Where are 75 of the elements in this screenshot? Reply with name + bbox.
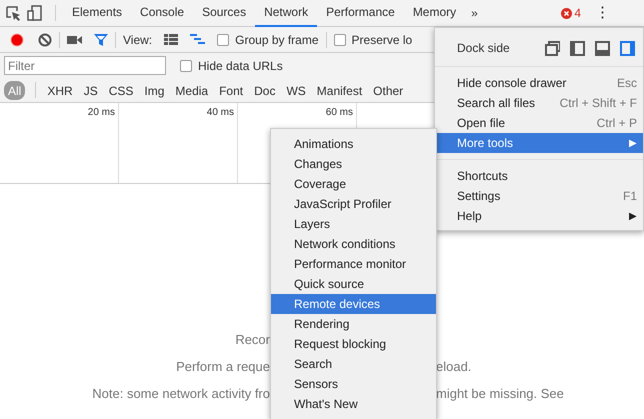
checkbox-label: Preserve lo xyxy=(352,32,412,48)
type-filter[interactable]: JS xyxy=(80,80,102,100)
menu-item[interactable]: Rendering xyxy=(271,314,436,334)
filter-field[interactable]: Filter xyxy=(4,56,166,75)
dock-left-icon[interactable] xyxy=(570,40,585,56)
error-counter[interactable]: 4 xyxy=(561,4,581,22)
waterfall-icon[interactable] xyxy=(190,34,206,45)
menu-item[interactable]: Remote devices xyxy=(271,294,436,314)
menu-item[interactable]: Hide console drawer Esc xyxy=(435,73,643,93)
menu-item[interactable]: Coverage xyxy=(271,174,436,194)
view-label: View: xyxy=(123,32,152,48)
type-filter[interactable]: Other xyxy=(369,80,408,100)
menu-item[interactable]: Request blocking xyxy=(271,334,436,354)
type-filter[interactable]: CSS xyxy=(104,80,138,100)
menu-item[interactable]: More tools ▶ xyxy=(435,133,643,153)
menu-item[interactable]: Network conditions xyxy=(271,234,436,254)
filter-icon[interactable] xyxy=(94,34,108,46)
type-filter[interactable]: Manifest xyxy=(312,80,366,100)
checkbox-label: Hide data URLs xyxy=(198,58,283,74)
more-options-button[interactable]: ⋮ xyxy=(595,2,610,24)
panel-tab[interactable]: Sources xyxy=(193,0,256,26)
menu-item[interactable]: Help ▶ xyxy=(435,206,643,226)
menu-item[interactable]: Sensors xyxy=(271,374,436,394)
menu-item[interactable]: Settings F1 xyxy=(435,186,643,206)
checkbox[interactable] xyxy=(334,34,346,46)
checkbox[interactable] xyxy=(217,34,230,46)
panel-tab[interactable]: Memory xyxy=(404,0,466,26)
menu-item[interactable]: Search all files Ctrl + Shift + F xyxy=(435,93,643,113)
device-icon[interactable] xyxy=(27,5,42,21)
dock-side-label: Dock side xyxy=(457,40,510,57)
time-tick: 20 ms xyxy=(88,106,115,120)
menu-item[interactable]: What's New xyxy=(271,394,436,414)
type-filter[interactable]: Doc xyxy=(250,80,280,100)
inspect-icon[interactable] xyxy=(6,6,21,20)
video-camera-icon[interactable] xyxy=(67,34,82,44)
menu-item[interactable]: Quick source xyxy=(271,274,436,294)
shortcut-label: F1 xyxy=(622,188,637,205)
type-filter[interactable]: Img xyxy=(140,80,168,100)
overflow-tabs-button[interactable]: » xyxy=(471,4,478,22)
empty-message: Perform a reque xyxy=(176,358,270,374)
panel-tab[interactable]: Elements xyxy=(63,0,132,26)
empty-message: might be missing. See xyxy=(436,384,564,403)
empty-message: eload. xyxy=(436,358,472,376)
dock-right-icon[interactable] xyxy=(620,40,635,56)
shortcut-label: Esc xyxy=(616,75,637,92)
type-filter[interactable]: Media xyxy=(171,80,212,100)
submenu-arrow: ▶ xyxy=(629,136,637,150)
menu-item[interactable]: Animations xyxy=(271,134,436,154)
menu-item[interactable]: Search xyxy=(271,354,436,374)
menu-item[interactable]: Shortcuts xyxy=(435,166,643,186)
type-filter[interactable]: XHR xyxy=(43,80,77,100)
error-icon xyxy=(561,8,572,18)
menu-item[interactable]: JavaScript Profiler xyxy=(271,194,436,214)
dock-bottom-icon[interactable] xyxy=(595,40,610,56)
dock-undock-icon[interactable] xyxy=(545,40,560,56)
record-icon[interactable] xyxy=(10,32,24,46)
menu-item[interactable]: Layers xyxy=(271,214,436,234)
time-tick: 60 ms xyxy=(326,106,353,120)
time-tick: 40 ms xyxy=(206,106,234,120)
menu-item[interactable]: Performance monitor xyxy=(271,254,436,274)
clear-icon[interactable] xyxy=(38,32,52,46)
large-rows-icon[interactable] xyxy=(164,34,178,45)
empty-message: Recor xyxy=(235,332,270,347)
type-filter[interactable]: WS xyxy=(282,80,310,100)
shortcut-label: Ctrl + Shift + F xyxy=(560,95,637,112)
menu-item[interactable]: Changes xyxy=(271,154,436,174)
shortcut-label: Ctrl + P xyxy=(596,115,637,132)
checkbox[interactable] xyxy=(180,60,192,72)
panel-tab[interactable]: Performance xyxy=(317,0,404,26)
submenu-arrow: ▶ xyxy=(629,210,637,224)
type-filter[interactable]: Font xyxy=(215,80,248,100)
panel-tab[interactable]: Console xyxy=(131,0,194,26)
menu-item[interactable]: Open file Ctrl + P xyxy=(435,113,643,133)
checkbox-label: Group by frame xyxy=(235,32,319,48)
empty-message: Note: some network activity fro xyxy=(92,386,270,401)
